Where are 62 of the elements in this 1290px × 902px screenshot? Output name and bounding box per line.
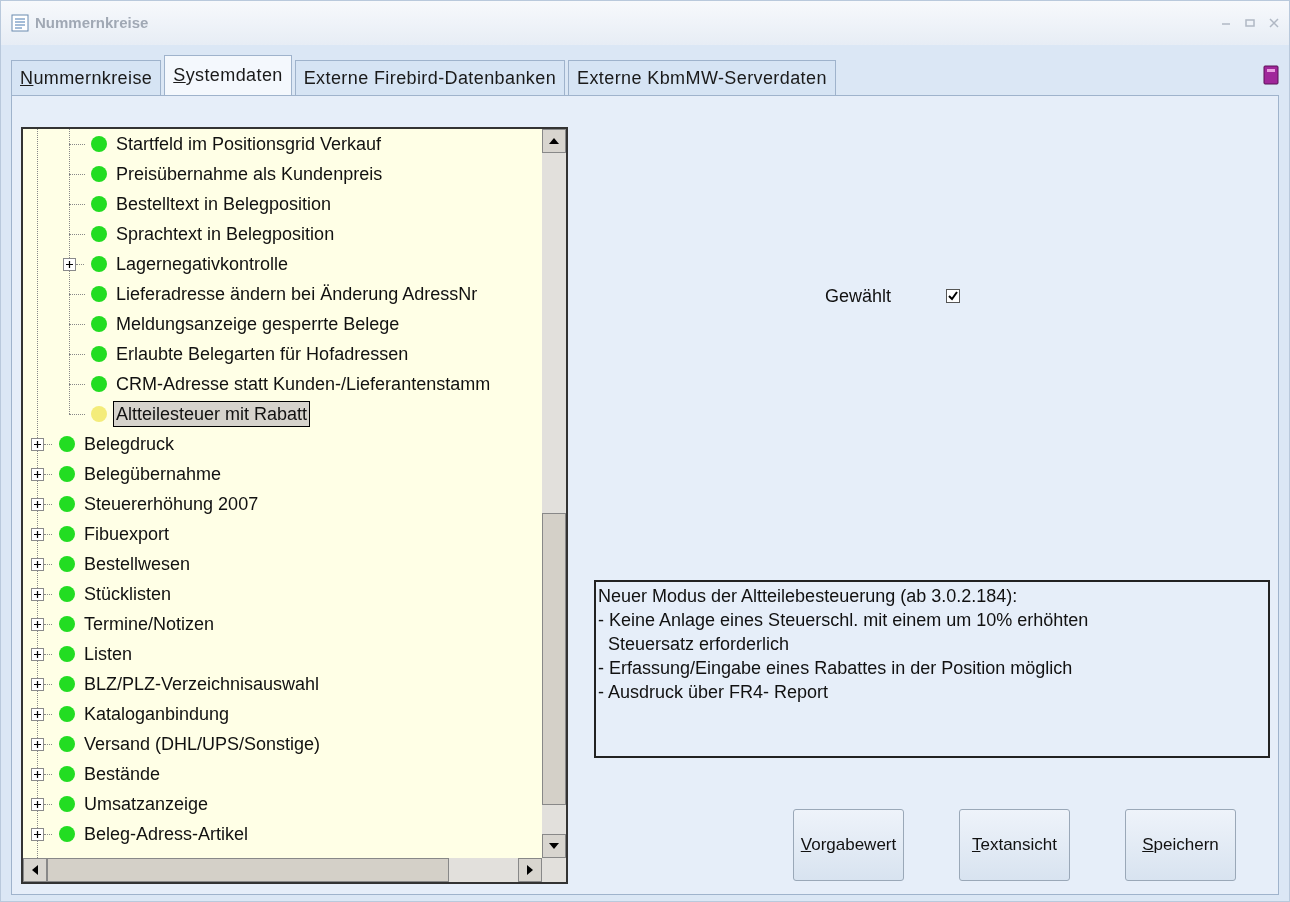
tree-item[interactable]: Preisübernahme als Kundenpreis <box>113 161 386 187</box>
tab[interactable]: Externe KbmMW-Serverdaten <box>568 60 836 95</box>
action-button[interactable]: Vorgabewert <box>793 809 904 881</box>
action-button[interactable]: Speichern <box>1125 809 1236 881</box>
expand-icon[interactable] <box>31 587 44 601</box>
left-arrow-icon[interactable] <box>32 865 38 875</box>
tree-item[interactable]: Belegübernahme <box>81 461 225 487</box>
tree-item[interactable]: Lagernegativkontrolle <box>113 251 292 277</box>
tree-item[interactable]: Umsatzanzeige <box>81 791 212 817</box>
expand-icon[interactable] <box>31 677 44 691</box>
description-line: Neuer Modus der Altteilebesteuerung (ab 3.0.2.184): <box>598 585 1019 608</box>
horizontal-scrollbar[interactable] <box>23 858 566 882</box>
tab[interactable]: Systemdaten <box>164 55 292 95</box>
tree-item[interactable]: Bestellwesen <box>81 551 194 577</box>
tree-item[interactable]: Kataloganbindung <box>81 701 233 727</box>
tab[interactable]: Externe Firebird-Datenbanken <box>294 60 566 95</box>
expand-icon[interactable] <box>31 767 44 781</box>
tree-item[interactable]: Belegdruck <box>81 431 178 457</box>
tree-item[interactable]: Bestände <box>81 761 164 787</box>
expand-icon[interactable] <box>63 257 76 271</box>
expand-icon[interactable] <box>31 527 44 541</box>
tree-item[interactable]: Bestelltext in Belegposition <box>113 191 335 217</box>
up-arrow-icon[interactable] <box>549 138 559 144</box>
tree-item[interactable]: Meldungsanzeige gesperrte Belege <box>113 311 403 337</box>
description-line: - Ausdruck über FR4- Report <box>598 681 830 704</box>
expand-icon[interactable] <box>31 737 44 751</box>
tree-item[interactable]: Stücklisten <box>81 581 175 607</box>
tree-item[interactable]: BLZ/PLZ-Verzeichnisauswahl <box>81 671 323 697</box>
tree-item[interactable]: Sprachtext in Belegposition <box>113 221 338 247</box>
description-line: Steuersatz erforderlich <box>607 633 791 656</box>
window-title: Nummernkreise <box>35 12 149 33</box>
vertical-scrollbar[interactable] <box>542 129 566 858</box>
tab[interactable]: Nummernkreise <box>11 60 162 95</box>
tree-item[interactable]: CRM-Adresse statt Kunden-/Lieferantenstamm <box>113 371 494 397</box>
expand-icon[interactable] <box>31 467 44 481</box>
checkbox[interactable] <box>946 289 961 303</box>
action-button[interactable]: Textansicht <box>959 809 1070 881</box>
tree-item[interactable]: Startfeld im Positionsgrid Verkauf <box>113 131 385 157</box>
expand-icon[interactable] <box>31 557 44 571</box>
tree-item[interactable]: Beleg-Adress-Artikel <box>81 821 252 847</box>
expand-icon[interactable] <box>31 617 44 631</box>
expand-icon[interactable] <box>31 647 44 661</box>
down-arrow-icon[interactable] <box>549 843 559 849</box>
tree-item[interactable]: Lieferadresse ändern bei Änderung AdressNr <box>113 281 481 307</box>
expand-icon[interactable] <box>31 707 44 721</box>
tree-item[interactable]: Altteilesteuer mit Rabatt <box>113 401 311 427</box>
setting-label: Gewählt <box>825 284 892 308</box>
book-icon[interactable] <box>1263 65 1279 85</box>
description-line: - Erfassung/Eingabe eines Rabattes in der Position möglich <box>598 657 1074 680</box>
tree-item[interactable]: Fibuexport <box>81 521 173 547</box>
expand-icon[interactable] <box>31 437 44 451</box>
window-icon <box>11 14 29 32</box>
tree-item[interactable]: Listen <box>81 641 136 667</box>
expand-icon[interactable] <box>31 827 44 841</box>
tree-item[interactable]: Versand (DHL/UPS/Sonstige) <box>81 731 324 757</box>
tree-item[interactable]: Termine/Notizen <box>81 611 218 637</box>
description-line: - Keine Anlage eines Steuerschl. mit einem um 10% erhöhten <box>598 609 1090 632</box>
tree-item[interactable]: Erlaubte Belegarten für Hofadressen <box>113 341 412 367</box>
expand-icon[interactable] <box>31 797 44 811</box>
tree-item[interactable]: Steuererhöhung 2007 <box>81 491 262 517</box>
expand-icon[interactable] <box>31 497 44 511</box>
right-arrow-icon[interactable] <box>527 865 533 875</box>
